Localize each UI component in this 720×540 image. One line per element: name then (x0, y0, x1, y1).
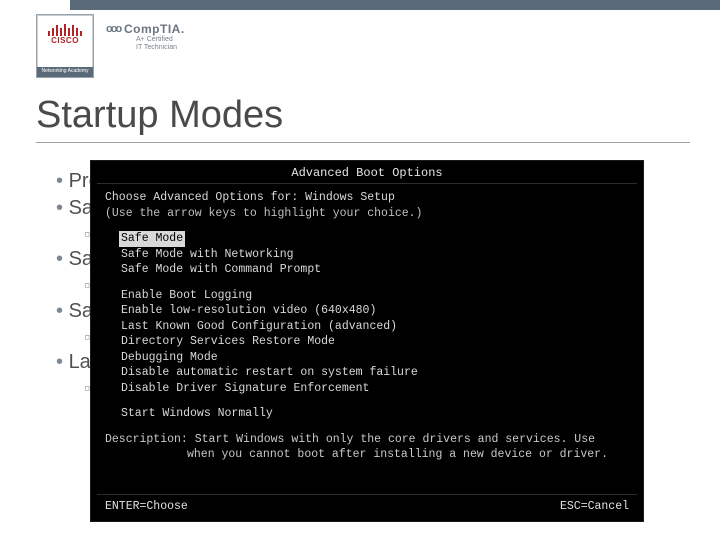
boot-hint-line: (Use the arrow keys to highlight your ch… (105, 206, 629, 222)
divider (97, 183, 637, 184)
boot-footer: ENTER=Choose ESC=Cancel (97, 494, 637, 515)
boot-option-safe-mode[interactable]: Safe Mode (119, 231, 185, 247)
boot-option-low-res-video[interactable]: Enable low-resolution video (640x480) (119, 303, 629, 319)
boot-choose-line: Choose Advanced Options for: Windows Set… (105, 190, 629, 206)
boot-description-label: Description: (105, 433, 188, 446)
cisco-logo-icon: CISCO (42, 19, 88, 47)
boot-option-safe-mode-cmd[interactable]: Safe Mode with Command Prompt (119, 262, 629, 278)
boot-option-enable-boot-logging[interactable]: Enable Boot Logging (119, 288, 629, 304)
title-underline (36, 142, 690, 143)
boot-option-last-known-good[interactable]: Last Known Good Configuration (advanced) (119, 319, 629, 335)
boot-option-start-normally[interactable]: Start Windows Normally (119, 406, 629, 422)
boot-options-list: Safe Mode Safe Mode with Networking Safe… (119, 231, 629, 422)
boot-option-disable-driver-sig[interactable]: Disable Driver Signature Enforcement (119, 381, 629, 397)
boot-options-window: Advanced Boot Options Choose Advanced Op… (90, 160, 644, 522)
slide-title: Startup Modes (36, 94, 283, 137)
comptia-wordmark: CompTIA (124, 22, 181, 36)
header-stripe (70, 0, 720, 10)
boot-option-disable-auto-restart[interactable]: Disable automatic restart on system fail… (119, 365, 629, 381)
cisco-logo-badge: CISCO Networking Academy (36, 14, 94, 78)
boot-footer-enter: ENTER=Choose (105, 499, 188, 515)
boot-option-ds-restore-mode[interactable]: Directory Services Restore Mode (119, 334, 629, 350)
boot-description: Description: Start Windows with only the… (105, 432, 629, 463)
boot-footer-esc: ESC=Cancel (560, 499, 629, 515)
boot-description-line2: when you cannot boot after installing a … (187, 447, 629, 463)
comptia-logo: ooo CompTIA. A+ Certified IT Technician (106, 22, 185, 51)
slide-header: CISCO Networking Academy ooo CompTIA. A+… (0, 0, 720, 46)
comptia-cert-line1: A+ Certified (136, 36, 177, 44)
cisco-wordmark: CISCO (51, 36, 79, 45)
cisco-program-label: Networking Academy (37, 67, 93, 77)
boot-option-debugging-mode[interactable]: Debugging Mode (119, 350, 629, 366)
boot-option-safe-mode-networking[interactable]: Safe Mode with Networking (119, 247, 629, 263)
comptia-cert-line2: IT Technician (136, 44, 177, 52)
comptia-ooo-icon: ooo (106, 23, 120, 35)
boot-description-line1: Start Windows with only the core drivers… (195, 433, 595, 446)
boot-window-title: Advanced Boot Options (91, 161, 643, 183)
